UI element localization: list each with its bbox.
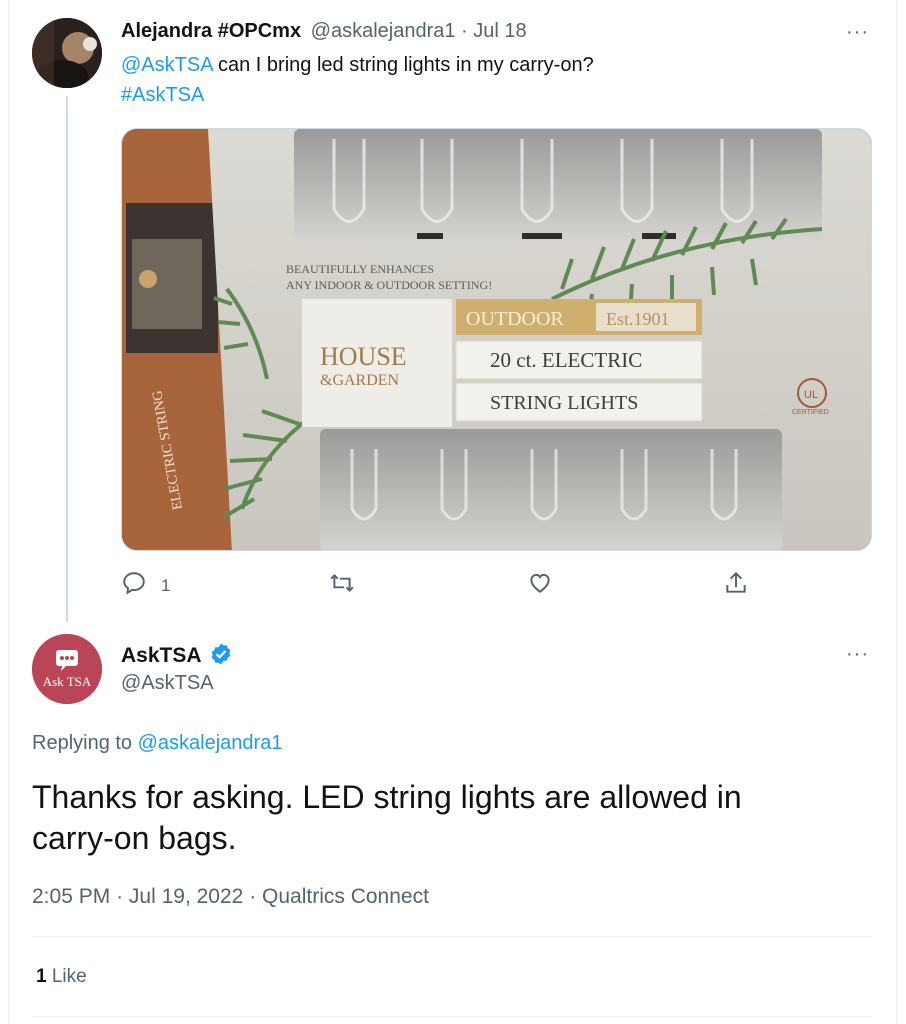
like-action[interactable]: [527, 570, 553, 601]
likes-label: Like: [51, 966, 87, 987]
label-count: 20 ct. ELECTRIC: [490, 348, 642, 372]
reply-author-name[interactable]: AskTSA: [121, 642, 233, 672]
retweet-icon[interactable]: [329, 570, 355, 601]
dot-separator: ·: [461, 20, 474, 42]
right-border: [896, 0, 897, 1024]
retweet-action[interactable]: [329, 570, 355, 601]
share-icon[interactable]: [723, 570, 749, 601]
tweet-time[interactable]: 2:05 PM: [32, 885, 110, 908]
brand-house: HOUSE: [320, 342, 407, 371]
replying-to: Replying to @askalejandra1: [32, 732, 282, 755]
left-border: [8, 0, 9, 1024]
heart-icon[interactable]: [527, 570, 553, 601]
ul-certified: CERTIFIED: [792, 409, 829, 416]
tweet-full-date[interactable]: Jul 19, 2022: [129, 885, 243, 908]
author-handle[interactable]: @askalejandra1: [311, 20, 456, 42]
author-name[interactable]: Alejandra #OPCmx: [121, 20, 301, 42]
reply-text-line-1: Thanks for asking. LED string lights are…: [32, 779, 742, 815]
user-avatar[interactable]: [32, 18, 102, 88]
more-options-icon[interactable]: ···: [846, 22, 869, 42]
tweet-photo[interactable]: BEAUTIFULLY ENHANCES ANY INDOOR & OUTDOO…: [121, 128, 872, 551]
reply-count: 1: [161, 575, 171, 595]
box-tagline-1: BEAUTIFULLY ENHANCES: [286, 262, 434, 276]
verified-badge-icon: [209, 642, 233, 672]
tweet-body: can I bring led string lights in my carr…: [218, 54, 594, 76]
label-est: Est.1901: [606, 309, 670, 329]
label-product: STRING LIGHTS: [490, 392, 638, 414]
replying-to-label: Replying to: [32, 732, 133, 754]
label-outdoor: OUTDOOR: [466, 308, 564, 330]
asktsa-avatar[interactable]: Ask TSA: [32, 634, 102, 704]
mention-link[interactable]: @AskTSA: [121, 54, 212, 76]
meta-divider: [32, 936, 872, 937]
reply-action[interactable]: 1: [121, 570, 170, 601]
meta-separator-1: ·: [116, 885, 124, 908]
hashtag-link[interactable]: #AskTSA: [121, 84, 204, 107]
tweet-header: Alejandra #OPCmx @askalejandra1 · Jul 18: [121, 20, 527, 43]
tweet-date[interactable]: Jul 18: [473, 20, 526, 42]
reply-text-line-2: carry-on bags.: [32, 820, 237, 856]
thread-connector: [66, 96, 68, 622]
tweet-text: @AskTSA can I bring led string lights in…: [121, 54, 594, 77]
box-tagline-2: ANY INDOOR & OUTDOOR SETTING!: [286, 278, 492, 292]
reply-icon[interactable]: [121, 570, 147, 601]
share-action[interactable]: [723, 570, 749, 601]
likes-count: 1: [36, 966, 47, 987]
brand-garden: &GARDEN: [320, 372, 400, 389]
reply-author-handle[interactable]: @AskTSA: [121, 672, 214, 695]
likes-stat[interactable]: 1 Like: [36, 966, 87, 988]
ul-badge: UL: [804, 389, 818, 401]
replying-to-handle[interactable]: @askalejandra1: [138, 732, 283, 754]
asktsa-avatar-text: Ask TSA: [42, 674, 92, 689]
tweet-meta: 2:05 PM · Jul 19, 2022 · Qualtrics Conne…: [32, 885, 429, 909]
bottom-divider: [32, 1016, 872, 1017]
reply-more-options-icon[interactable]: ···: [846, 644, 869, 664]
meta-separator-2: ·: [249, 885, 257, 908]
tweet-source[interactable]: Qualtrics Connect: [262, 885, 429, 908]
